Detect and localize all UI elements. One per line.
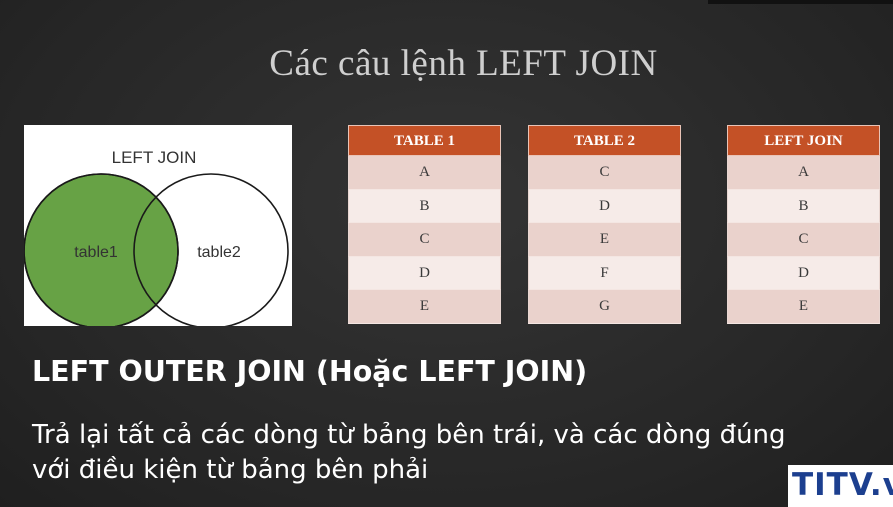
table-left-join-row: E	[727, 290, 880, 324]
table-2-row: F	[528, 256, 681, 291]
venn-title: LEFT JOIN	[112, 148, 197, 167]
table-1-header: TABLE 1	[348, 125, 501, 156]
table-1-row: B	[348, 189, 501, 224]
table-1-row: C	[348, 223, 501, 257]
venn-right-label: table2	[197, 244, 241, 261]
table-2-row: G	[528, 290, 681, 324]
table-2-row: C	[528, 156, 681, 190]
venn-diagram: LEFT JOIN table1 table2	[24, 148, 289, 326]
table-left-join-row: B	[727, 189, 880, 224]
table-left-join-row: D	[727, 256, 880, 291]
table-1-row: A	[348, 156, 501, 190]
description-line: Trả lại tất cả các dòng từ bảng bên trái…	[32, 420, 786, 450]
description-text: Trả lại tất cả các dòng từ bảng bên trái…	[32, 418, 892, 488]
venn-left-label: table1	[74, 244, 118, 261]
venn-diagram-panel: LEFT JOIN table1 table2	[24, 125, 292, 326]
table-1-row: E	[348, 290, 501, 324]
table-left-join-header: LEFT JOIN	[727, 125, 880, 156]
logo-text: TITV.v	[792, 467, 893, 503]
table-1-row: D	[348, 256, 501, 291]
description-line: với điều kiện từ bảng bên phải	[32, 455, 429, 485]
top-edge-strip	[708, 0, 893, 4]
table-1: TABLE 1 A B C D E	[348, 125, 501, 324]
table-2-row: D	[528, 189, 681, 224]
table-left-join-row: A	[727, 156, 880, 190]
titv-logo: TITV.v	[788, 465, 893, 507]
table-2-header: TABLE 2	[528, 125, 681, 156]
slide-title: Các câu lệnh LEFT JOIN	[269, 43, 658, 84]
table-left-join: LEFT JOIN A B C D E	[727, 125, 880, 324]
table-2: TABLE 2 C D E F G	[528, 125, 681, 324]
section-heading: LEFT OUTER JOIN (Hoặc LEFT JOIN)	[32, 355, 588, 388]
table-left-join-row: C	[727, 223, 880, 257]
table-2-row: E	[528, 223, 681, 257]
